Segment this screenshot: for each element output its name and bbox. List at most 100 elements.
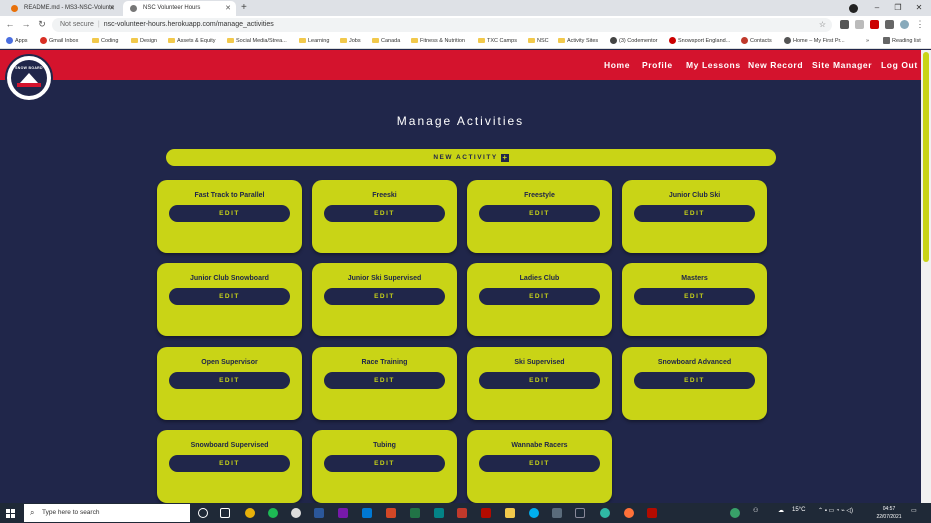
calculator-icon[interactable] xyxy=(552,508,562,518)
close-tab-icon[interactable]: ✕ xyxy=(109,1,115,16)
edit-activity-button[interactable]: EDIT xyxy=(479,205,600,222)
site-logo[interactable]: SNOW BOARD xyxy=(5,54,53,102)
edit-activity-button[interactable]: EDIT xyxy=(324,205,445,222)
scrollbar[interactable] xyxy=(921,50,931,503)
file-explorer-icon[interactable] xyxy=(505,508,515,518)
bookmark-folder[interactable]: Learning xyxy=(299,36,329,46)
weather-icon[interactable]: ☁ xyxy=(778,507,784,514)
edit-activity-button[interactable]: EDIT xyxy=(324,288,445,305)
edit-activity-button[interactable]: EDIT xyxy=(324,455,445,472)
extension-icon[interactable] xyxy=(840,20,849,29)
activity-card: Ladies Club EDIT xyxy=(467,263,612,336)
tab-readme[interactable]: README.md - MS3-NSC-Volunte ✕ xyxy=(4,1,120,16)
edit-activity-button[interactable]: EDIT xyxy=(634,205,755,222)
slack-icon[interactable] xyxy=(291,508,301,518)
taskbar-search-field[interactable]: ⌕ Type here to search xyxy=(24,504,190,522)
minimize-icon[interactable]: – xyxy=(867,0,887,16)
bookmark-snowsport[interactable]: Snowsport England... xyxy=(669,36,730,46)
edit-activity-button[interactable]: EDIT xyxy=(479,455,600,472)
reading-list[interactable]: Reading list xyxy=(883,36,921,46)
nav-log-out[interactable]: Log Out xyxy=(881,60,918,70)
pdf-extension-icon[interactable] xyxy=(870,20,879,29)
bookmark-folder[interactable]: NSC xyxy=(528,36,549,46)
back-icon[interactable]: ← xyxy=(4,19,16,29)
bookmark-folder[interactable]: Activity Sites xyxy=(558,36,598,46)
new-activity-label: NEW ACTIVITY xyxy=(433,154,498,161)
outlook-icon[interactable] xyxy=(362,508,372,518)
people-icon[interactable]: ⚇ xyxy=(753,507,758,514)
taskbar-clock[interactable]: 04:57 22/07/2021 xyxy=(872,505,906,521)
excel-icon[interactable] xyxy=(410,508,420,518)
edit-activity-button[interactable]: EDIT xyxy=(324,372,445,389)
bookmark-contacts[interactable]: Contacts xyxy=(741,36,772,46)
acrobat-icon[interactable] xyxy=(481,508,491,518)
nav-site-manager[interactable]: Site Manager xyxy=(812,60,872,70)
cortana-icon[interactable] xyxy=(198,508,208,518)
profile-icon[interactable] xyxy=(849,4,858,13)
edit-activity-button[interactable]: EDIT xyxy=(169,205,290,222)
avatar-icon[interactable] xyxy=(900,20,909,29)
close-tab-icon[interactable]: ✕ xyxy=(225,1,231,16)
tab-nsc-volunteer-hours[interactable]: NSC Volunteer Hours ✕ xyxy=(123,1,236,16)
nav-my-lessons[interactable]: My Lessons xyxy=(686,60,741,70)
nav-profile[interactable]: Profile xyxy=(642,60,673,70)
skype-icon[interactable] xyxy=(529,508,539,518)
restore-icon[interactable]: ❐ xyxy=(888,0,908,16)
spotify-icon[interactable] xyxy=(268,508,278,518)
bookmark-folder[interactable]: Coding xyxy=(92,36,118,46)
menu-icon[interactable]: ⋮ xyxy=(914,19,926,30)
bookmark-codementor[interactable]: (3) Codementor xyxy=(610,36,658,46)
bookmark-folder[interactable]: Design xyxy=(131,36,157,46)
more-bookmarks-icon[interactable]: » xyxy=(866,36,869,46)
nav-home[interactable]: Home xyxy=(604,60,630,70)
bookmark-gmail[interactable]: Gmail Inbox xyxy=(40,36,78,46)
new-activity-button[interactable]: NEW ACTIVITY + xyxy=(166,149,776,166)
bookmark-folder[interactable]: Fitness & Nutrition xyxy=(411,36,465,46)
bookmark-folder[interactable]: Assets & Equity xyxy=(168,36,216,46)
nav-new-record[interactable]: New Record xyxy=(748,60,803,70)
bookmark-folder[interactable]: TXC Camps xyxy=(478,36,517,46)
site-navbar: Home Profile My Lessons New Record Site … xyxy=(0,50,921,80)
activity-card: Snowboard Supervised EDIT xyxy=(157,430,302,503)
edit-activity-button[interactable]: EDIT xyxy=(169,372,290,389)
windows-start-icon[interactable] xyxy=(6,509,15,518)
bookmark-folder[interactable]: Social Media/Strea... xyxy=(227,36,287,46)
chrome-icon[interactable] xyxy=(245,508,255,518)
bookmark-home[interactable]: Home – My First Pr... xyxy=(784,36,845,46)
close-window-icon[interactable]: ✕ xyxy=(909,0,929,16)
powerpoint-icon[interactable] xyxy=(386,508,396,518)
clock-date: 22/07/2021 xyxy=(876,514,902,520)
extension-icon[interactable] xyxy=(855,20,864,29)
bookmark-folder[interactable]: Jobs xyxy=(340,36,361,46)
task-view-icon[interactable] xyxy=(220,508,230,518)
edge-icon[interactable] xyxy=(600,508,610,518)
edit-activity-button[interactable]: EDIT xyxy=(479,288,600,305)
firefox-icon[interactable] xyxy=(624,508,634,518)
edit-activity-button[interactable]: EDIT xyxy=(634,372,755,389)
scrollbar-thumb[interactable] xyxy=(923,52,929,262)
onenote-icon[interactable] xyxy=(338,508,348,518)
new-tab-button[interactable]: + xyxy=(241,1,247,15)
notifications-icon[interactable]: ▭ xyxy=(911,507,917,514)
word-icon[interactable] xyxy=(314,508,324,518)
bookmark-folder[interactable]: Canada xyxy=(372,36,400,46)
system-tray-icons[interactable]: ⌃ ▪ ▭ ◔ ⌁ ◁) xyxy=(818,507,853,514)
steam-icon[interactable] xyxy=(575,508,585,518)
reload-icon[interactable]: ↻ xyxy=(36,19,48,30)
activity-card: Snowboard Advanced EDIT xyxy=(622,347,767,420)
bookmark-apps[interactable]: Apps xyxy=(6,36,28,46)
bookmark-star-icon[interactable]: ☆ xyxy=(819,18,826,32)
publisher-icon[interactable] xyxy=(434,508,444,518)
edit-activity-button[interactable]: EDIT xyxy=(169,288,290,305)
weather-temp[interactable]: 15°C xyxy=(792,507,805,513)
acrobat-reader-icon[interactable] xyxy=(647,508,657,518)
puzzle-icon[interactable] xyxy=(885,20,894,29)
mcafee-icon[interactable] xyxy=(457,508,467,518)
tab-title: NSC Volunteer Hours xyxy=(143,5,201,11)
edit-activity-button[interactable]: EDIT xyxy=(169,455,290,472)
app-tray-icon[interactable] xyxy=(730,508,740,518)
edit-activity-button[interactable]: EDIT xyxy=(634,288,755,305)
url-field[interactable]: Not secure | nsc-volunteer-hours.herokuapp… xyxy=(52,18,832,32)
forward-icon[interactable]: → xyxy=(20,19,32,29)
edit-activity-button[interactable]: EDIT xyxy=(479,372,600,389)
